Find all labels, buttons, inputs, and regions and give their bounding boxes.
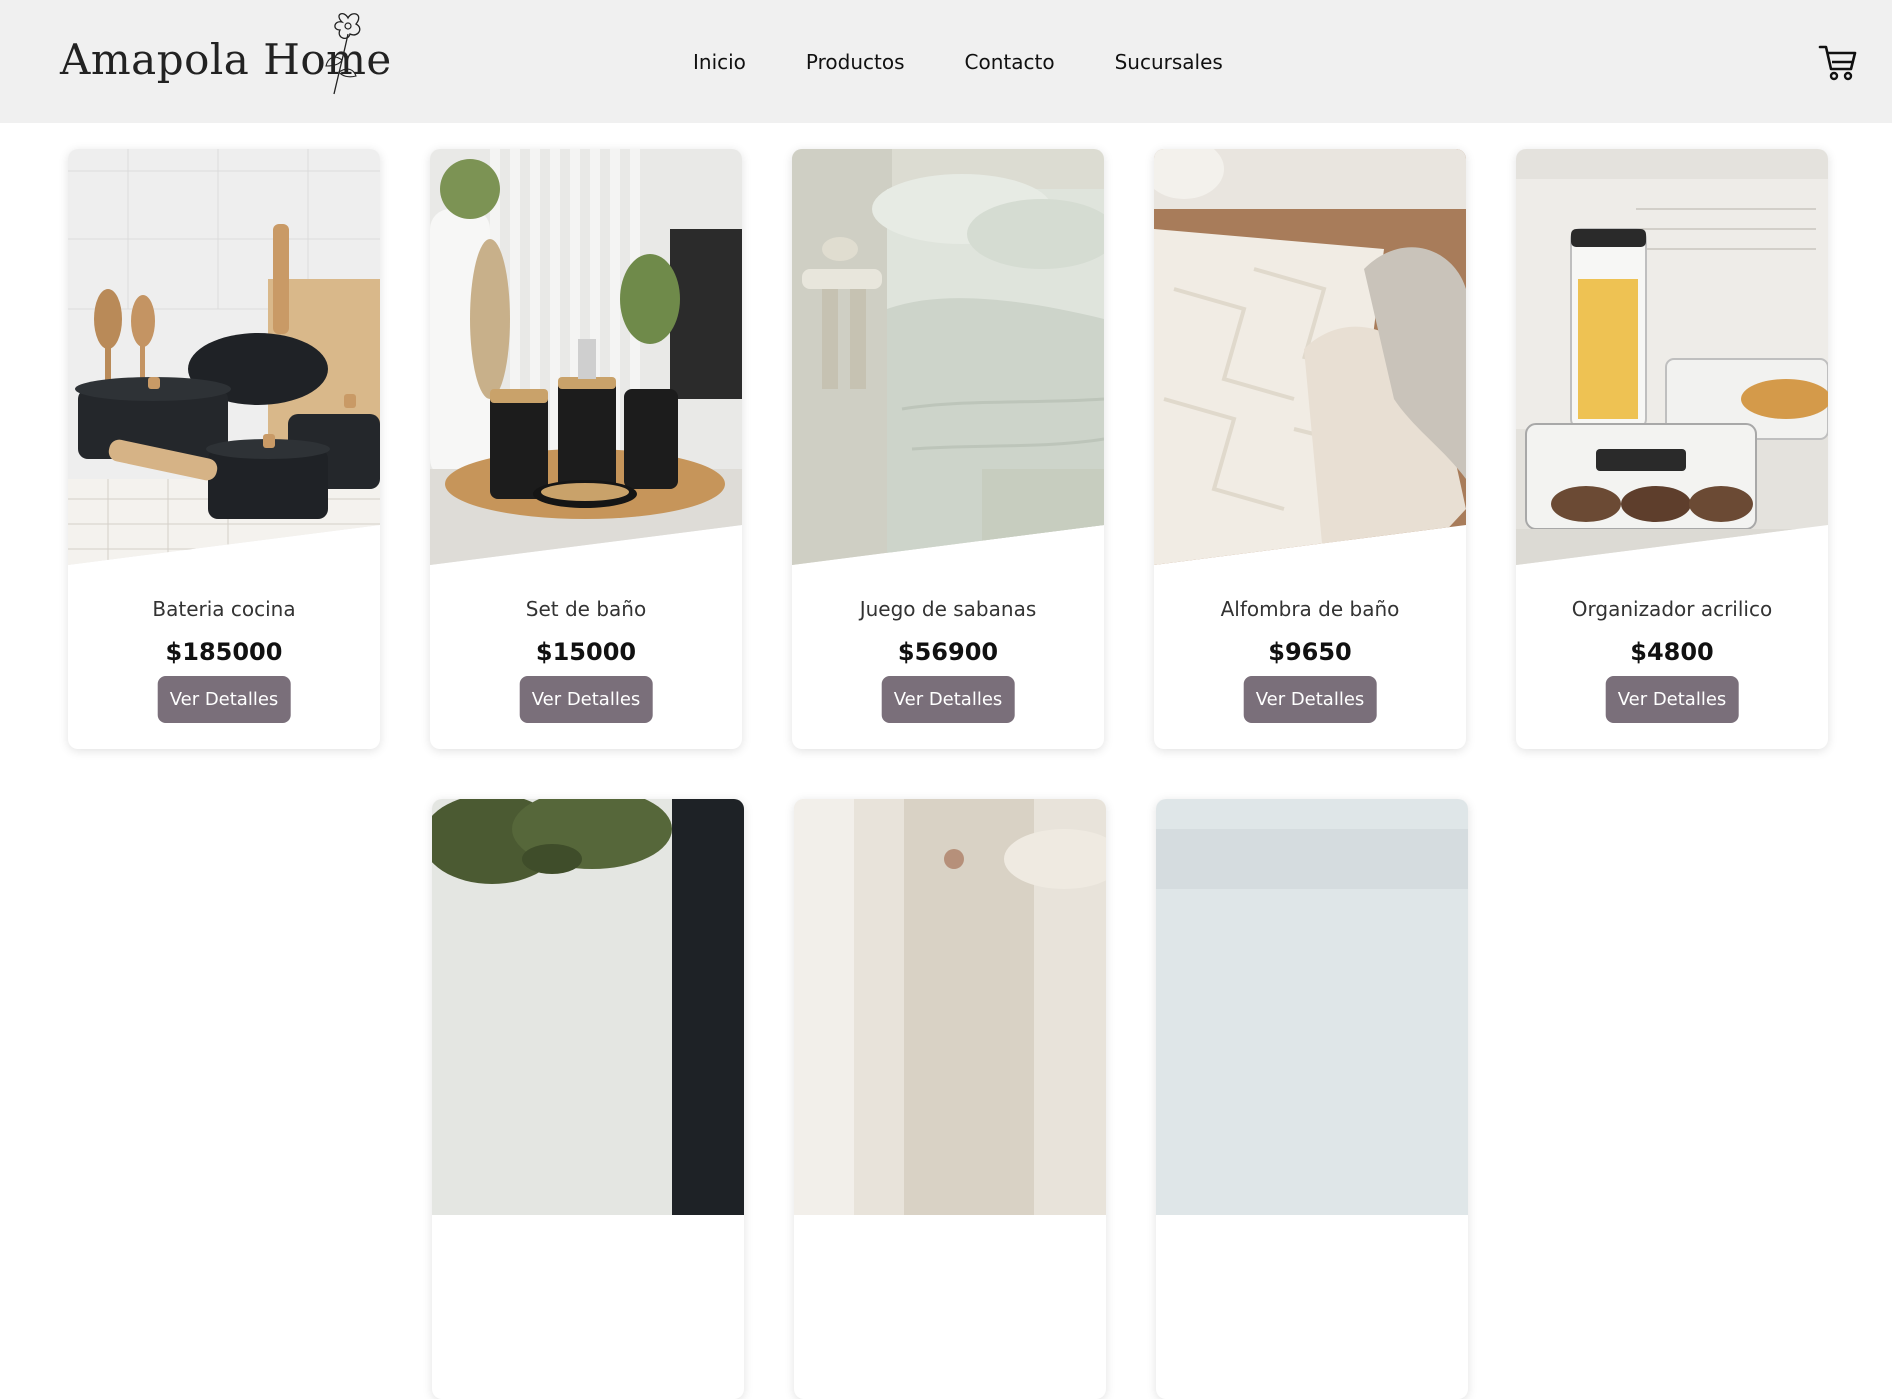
- view-details-button[interactable]: Ver Detalles: [519, 676, 653, 723]
- product-price: $4800: [1630, 638, 1714, 666]
- bedroom-image[interactable]: [794, 799, 1106, 1215]
- nav-item-productos[interactable]: Productos: [806, 50, 905, 74]
- product-card: [794, 799, 1106, 1399]
- bed-sheets-image[interactable]: [792, 149, 1104, 565]
- product-card: Bateria cocina $185000 Ver Detalles: [68, 149, 380, 749]
- product-price: $185000: [165, 638, 283, 666]
- product-name: Juego de sabanas: [859, 597, 1037, 621]
- site-header: Amapola Home Inicio Productos Contacto S…: [0, 0, 1892, 123]
- nav-item-contacto[interactable]: Contacto: [965, 50, 1055, 74]
- view-details-button[interactable]: Ver Detalles: [1243, 676, 1377, 723]
- product-row: Bateria cocina $185000 Ver Detalles Set …: [68, 149, 1832, 749]
- view-details-button[interactable]: Ver Detalles: [1605, 676, 1739, 723]
- main-nav: Inicio Productos Contacto Sucursales: [693, 50, 1223, 74]
- product-card: Organizador acrilico $4800 Ver Detalles: [1516, 149, 1828, 749]
- bathroom-set-image[interactable]: [430, 149, 742, 565]
- product-card: [432, 799, 744, 1399]
- product-card: [1156, 799, 1468, 1399]
- product-card: Juego de sabanas $56900 Ver Detalles: [792, 149, 1104, 749]
- product-image[interactable]: [1156, 799, 1468, 1215]
- cookware-image[interactable]: [68, 149, 380, 565]
- plant-image[interactable]: [432, 799, 744, 1215]
- poppy-flower-icon: [325, 13, 361, 95]
- acrylic-organizer-image[interactable]: [1516, 149, 1828, 565]
- product-name: Bateria cocina: [152, 597, 296, 621]
- bath-rug-image[interactable]: [1154, 149, 1466, 565]
- product-card: Alfombra de baño $9650 Ver Detalles: [1154, 149, 1466, 749]
- view-details-button[interactable]: Ver Detalles: [157, 676, 291, 723]
- product-grid: Bateria cocina $185000 Ver Detalles Set …: [68, 149, 1832, 1399]
- nav-item-sucursales[interactable]: Sucursales: [1115, 50, 1223, 74]
- cart-icon: [1818, 45, 1857, 81]
- product-row: [68, 799, 1832, 1399]
- product-name: Set de baño: [525, 597, 647, 621]
- product-card: Set de baño $15000 Ver Detalles: [430, 149, 742, 749]
- product-price: $15000: [535, 638, 637, 666]
- product-price: $9650: [1268, 638, 1352, 666]
- product-name: Organizador acrilico: [1571, 597, 1773, 621]
- cart-button[interactable]: [1818, 42, 1858, 86]
- brand-logo[interactable]: Amapola Home: [60, 8, 392, 98]
- product-price: $56900: [897, 638, 999, 666]
- nav-item-inicio[interactable]: Inicio: [693, 50, 746, 74]
- product-name: Alfombra de baño: [1220, 597, 1400, 621]
- view-details-button[interactable]: Ver Detalles: [881, 676, 1015, 723]
